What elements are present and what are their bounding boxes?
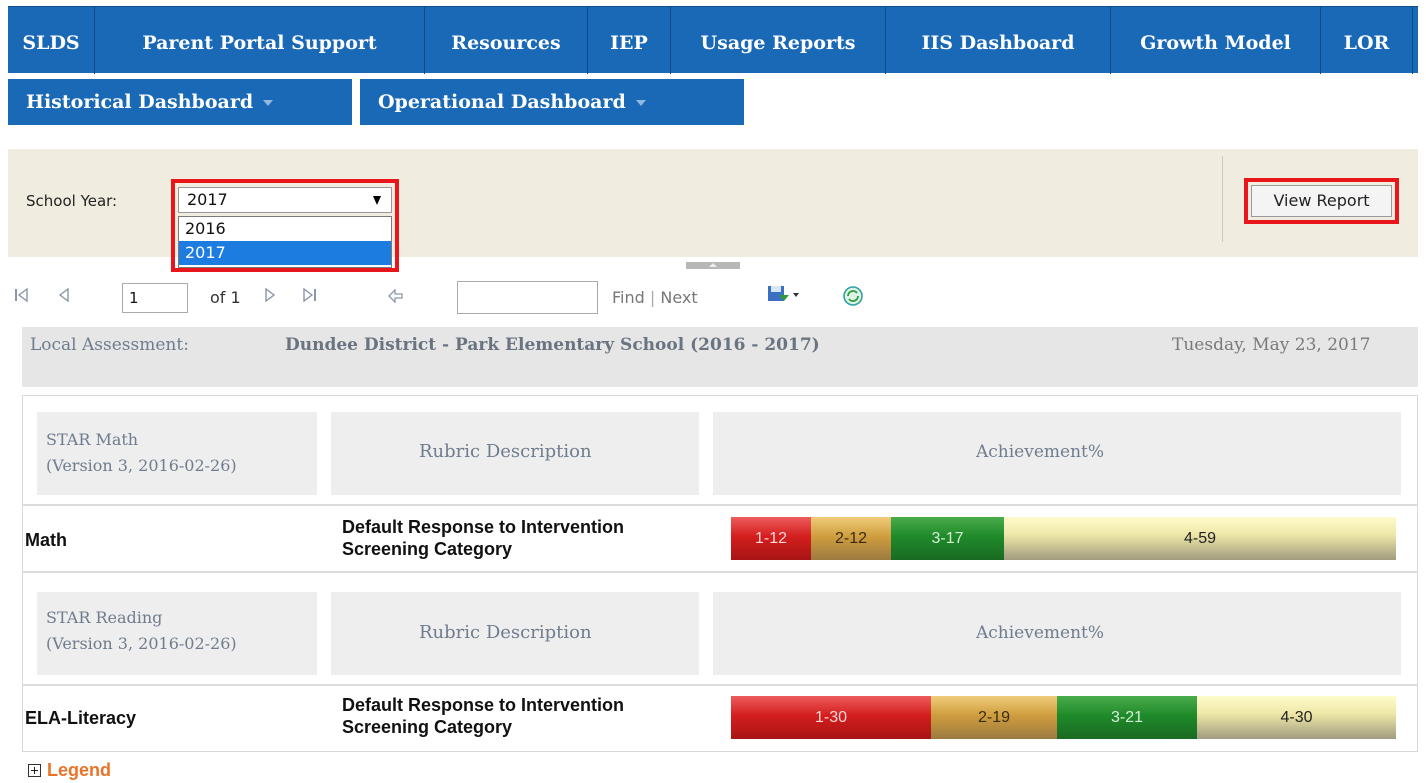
achievement-bar: 1-30 2-19 3-21 4-30 <box>731 696 1396 739</box>
rubric-line: Screening Category <box>342 717 513 737</box>
nav-item-lor[interactable]: LOR <box>1321 7 1413 74</box>
nav-item-growth-model[interactable]: Growth Model <box>1111 7 1321 74</box>
achievement-segment-level-4: 4-30 <box>1197 696 1396 739</box>
assessment-name: STAR Reading <box>46 608 163 627</box>
primary-nav: SLDS Parent Portal Support Resources IEP… <box>8 6 1418 74</box>
achievement-segment-level-1: 1-12 <box>731 517 811 560</box>
rubric-header: Rubric Description <box>419 441 592 462</box>
nav-item-iep[interactable]: IEP <box>588 7 671 74</box>
legend-toggle[interactable]: Legend <box>28 760 111 781</box>
rubric-header-cell: Rubric Description <box>331 412 699 495</box>
achievement-header-cell: Achievement% <box>713 412 1401 495</box>
collapse-panel-handle[interactable] <box>686 262 740 269</box>
chevron-down-icon <box>263 100 274 106</box>
nav-item-operational-dashboard[interactable]: Operational Dashboard <box>360 79 744 125</box>
find-separator: | <box>649 288 656 307</box>
subject-label: ELA-Literacy <box>25 708 137 728</box>
achievement-segment-level-3: 3-21 <box>1057 696 1197 739</box>
expand-icon <box>28 764 41 777</box>
view-report-button[interactable]: View Report <box>1251 185 1392 217</box>
first-page-icon[interactable] <box>14 287 28 307</box>
report-date: Tuesday, May 23, 2017 <box>1172 335 1371 355</box>
rubric-description: Default Response to Intervention Screeni… <box>342 694 624 738</box>
rubric-line: Screening Category <box>342 539 513 559</box>
achievement-segment-level-1: 1-30 <box>731 696 931 739</box>
achievement-segment-level-2: 2-12 <box>811 517 891 560</box>
last-page-icon[interactable] <box>303 287 319 307</box>
refresh-icon[interactable] <box>842 285 864 311</box>
nav-item-slds[interactable]: SLDS <box>8 7 95 74</box>
previous-page-icon[interactable] <box>58 287 70 307</box>
back-icon[interactable] <box>388 288 404 307</box>
nav-item-label: Operational Dashboard <box>378 91 626 113</box>
achievement-segment-level-4: 4-59 <box>1004 517 1396 560</box>
school-year-select[interactable]: 2017 <box>178 187 392 213</box>
nav-item-label: Historical Dashboard <box>26 91 254 113</box>
find-next-links: Find | Next <box>612 288 698 307</box>
next-page-icon[interactable] <box>264 287 276 307</box>
school-year-value: 2017 <box>187 190 228 209</box>
achievement-header: Achievement% <box>976 623 1105 643</box>
assessment-header-cell: STAR Reading (Version 3, 2016-02-26) <box>37 592 317 675</box>
next-link[interactable]: Next <box>660 288 697 307</box>
nav-item-resources[interactable]: Resources <box>425 7 588 74</box>
rubric-line: Default Response to Intervention <box>342 695 625 715</box>
page-number-input[interactable]: 1 <box>122 283 188 313</box>
rubric-description: Default Response to Intervention Screeni… <box>342 516 624 560</box>
chevron-down-icon <box>635 100 646 106</box>
nav-item-usage-reports[interactable]: Usage Reports <box>671 7 886 74</box>
rubric-header: Rubric Description <box>419 622 592 643</box>
assessment-header-cell: STAR Math (Version 3, 2016-02-26) <box>37 412 317 495</box>
assessment-version: (Version 3, 2016-02-26) <box>46 634 237 653</box>
achievement-segment-level-3: 3-17 <box>891 517 1004 560</box>
achievement-header: Achievement% <box>976 442 1105 462</box>
dropdown-option-2016[interactable]: 2016 <box>179 217 391 241</box>
panel-divider <box>1222 156 1223 242</box>
find-text-input[interactable] <box>457 281 598 314</box>
save-export-icon[interactable] <box>767 283 807 309</box>
legend-label: Legend <box>47 760 112 780</box>
nav-item-parent-portal-support[interactable]: Parent Portal Support <box>95 7 425 74</box>
school-year-dropdown-list: 2016 2017 <box>178 216 392 268</box>
school-year-label: School Year: <box>26 192 118 210</box>
achievement-header-cell: Achievement% <box>713 592 1401 675</box>
assessment-version: (Version 3, 2016-02-26) <box>46 456 237 475</box>
nav-item-iis-dashboard[interactable]: IIS Dashboard <box>886 7 1111 74</box>
achievement-segment-level-2: 2-19 <box>931 696 1057 739</box>
row-separator <box>22 684 1418 686</box>
assessment-name: STAR Math <box>46 430 139 449</box>
find-link[interactable]: Find <box>612 288 645 307</box>
row-separator <box>22 504 1418 506</box>
page-count-label: of 1 <box>210 288 241 307</box>
rubric-line: Default Response to Intervention <box>342 517 625 537</box>
dropdown-arrow-icon <box>373 196 381 205</box>
achievement-bar: 1-12 2-12 3-17 4-59 <box>731 517 1396 560</box>
nav-item-historical-dashboard[interactable]: Historical Dashboard <box>8 79 352 125</box>
assessment-label: Local Assessment: <box>30 335 189 355</box>
rubric-header-cell: Rubric Description <box>331 592 699 675</box>
report-title: Dundee District - Park Elementary School… <box>285 335 820 355</box>
dropdown-option-2017[interactable]: 2017 <box>179 241 391 265</box>
subject-label: Math <box>25 530 67 550</box>
row-separator <box>22 571 1418 573</box>
